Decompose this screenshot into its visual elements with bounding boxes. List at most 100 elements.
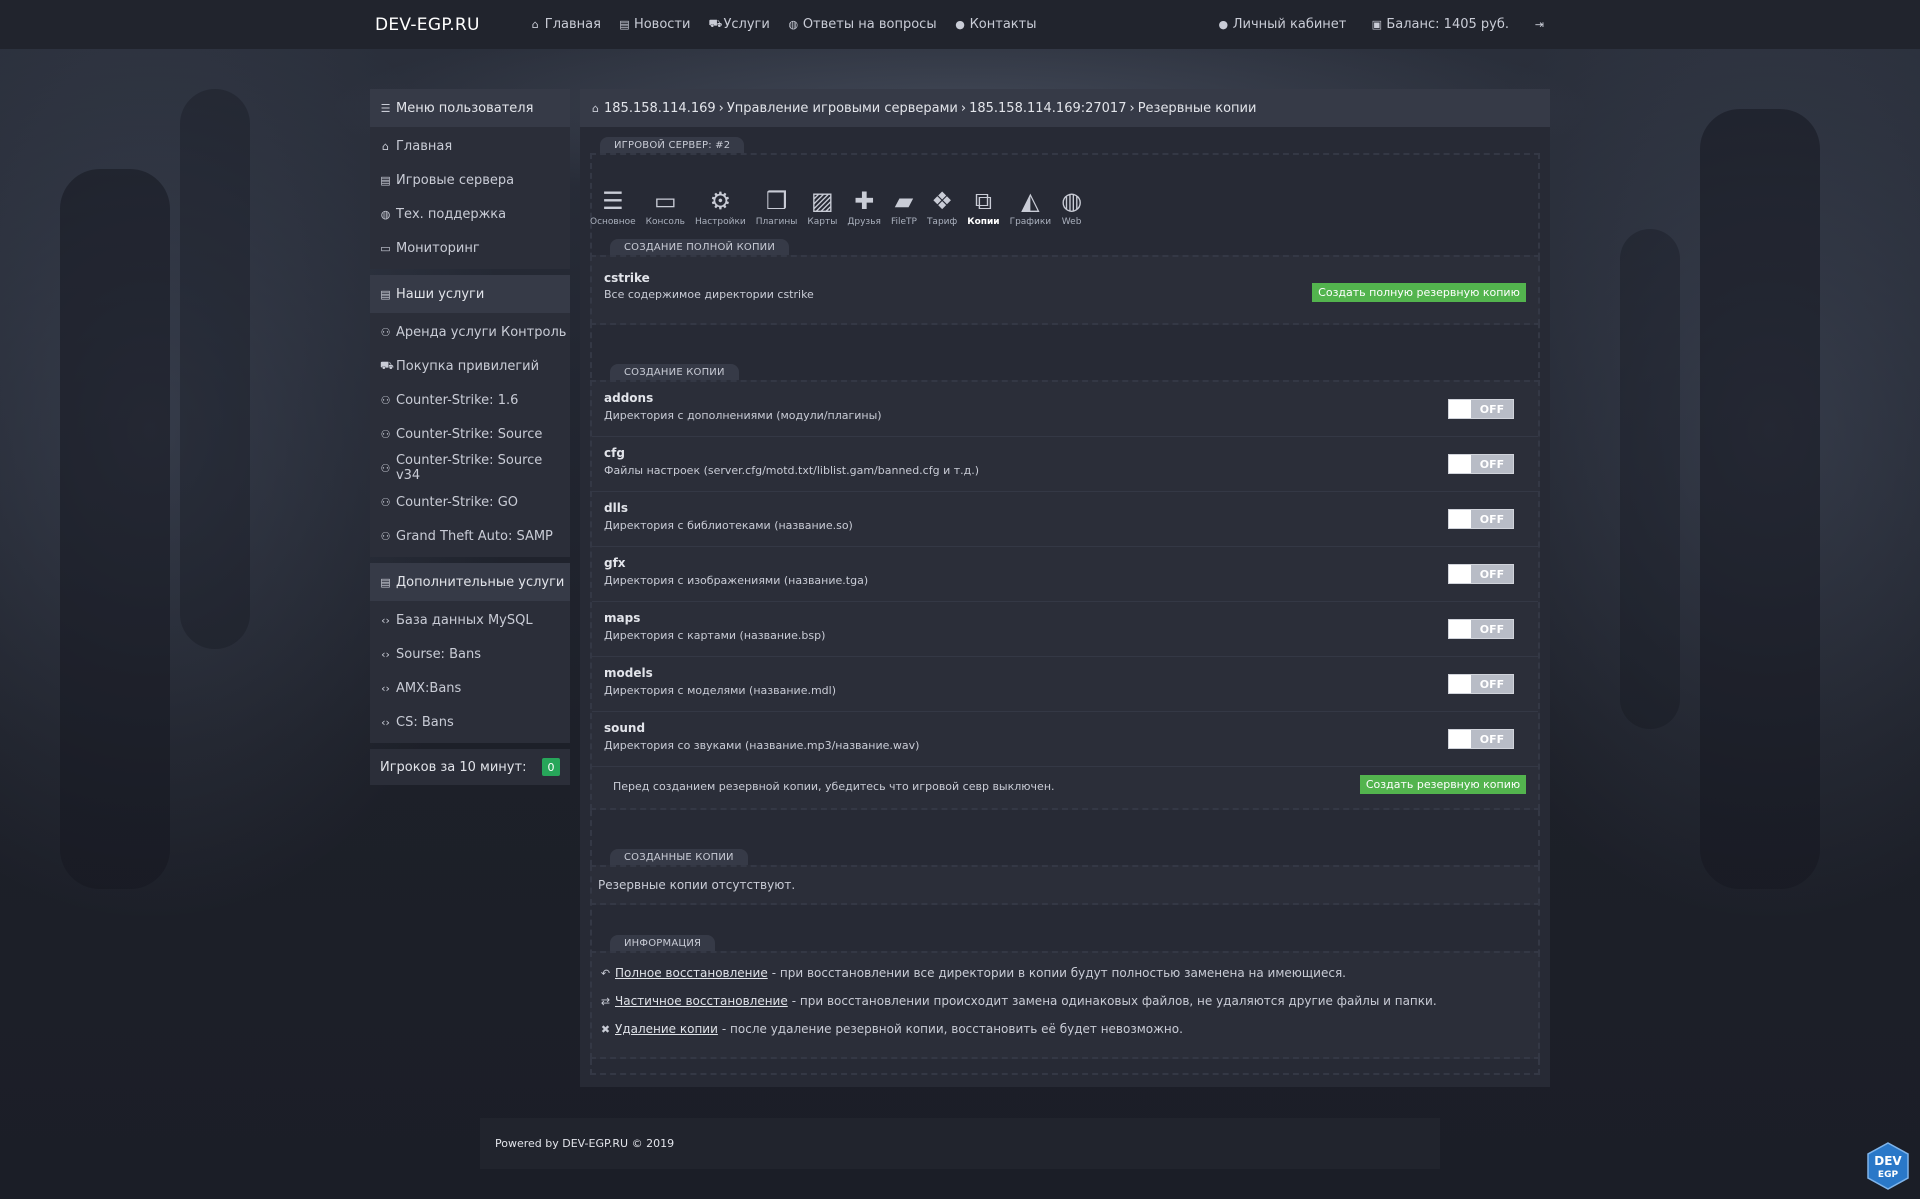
players-counter: Игроков за 10 минут: 0 xyxy=(370,749,570,785)
services-menu-header: ▤ Наши услуги xyxy=(370,275,570,313)
sidebar-item-service[interactable]: ⚇ Аренда услуги Контроль xyxy=(370,315,570,349)
server-icon: ▤ xyxy=(380,173,391,187)
toggle-maps[interactable]: OFF xyxy=(1448,619,1514,639)
list-item: addons Директория с дополнениями (модули… xyxy=(592,382,1538,437)
nav-faq[interactable]: ◍ Ответы на вопросы xyxy=(788,17,937,32)
tool-filetp[interactable]: ▰ FileTP xyxy=(891,185,917,227)
server-icon: ▤ xyxy=(380,575,391,589)
extra-services-menu: ▤ Дополнительные услуги ‹› База данных MyS… xyxy=(370,563,570,743)
sidebar-item-extra[interactable]: ‹› База данных MySQL xyxy=(370,603,570,637)
tool-copies[interactable]: ⧉ Копии xyxy=(967,185,999,227)
list-item: sound Директория со звуками (название.mp… xyxy=(592,712,1538,767)
nav-contacts[interactable]: ● Контакты xyxy=(955,17,1036,32)
info-delete-copy: ✖ Удаление копии - после удаление резерв… xyxy=(600,1022,1183,1036)
sidebar-item-extra[interactable]: ‹› Sourse: Bans xyxy=(370,637,570,671)
full-copy-section: cstrike Все содержимое директории cstrik… xyxy=(590,255,1540,325)
created-copies-section: Резервные копии отсутствуют. xyxy=(590,865,1540,905)
main-nav: ⌂ Главная ▤ Новости ⛟ Услуги ◍ Ответы на воп… xyxy=(530,17,1055,32)
tool-console[interactable]: ▭ Консоль xyxy=(646,185,685,227)
sidebar-item-extra[interactable]: ‹› AMX:Bans xyxy=(370,671,570,705)
server-icon: ▤ xyxy=(380,287,391,301)
code-icon: ‹› xyxy=(381,613,390,627)
list-item: maps Директория с картами (название.bsp)… xyxy=(592,602,1538,657)
lifebuoy-icon: ◍ xyxy=(380,207,391,221)
create-backup-button[interactable]: Создать резервную копию xyxy=(1360,775,1526,794)
cart-icon: ⛟ xyxy=(708,17,723,30)
home-icon: ⌂ xyxy=(531,18,539,31)
nav-home[interactable]: ⌂ Главная xyxy=(530,17,601,32)
nav-news[interactable]: ▤ Новости xyxy=(619,17,690,32)
sidebar-item-extra[interactable]: ‹› CS: Bans xyxy=(370,705,570,739)
tool-maps[interactable]: ▨ Карты xyxy=(807,185,837,227)
dropbox-icon: ❖ xyxy=(931,187,953,215)
toggle-cfg[interactable]: OFF xyxy=(1448,454,1514,474)
info-section: ↶ Полное восстановление - при восстановл… xyxy=(590,951,1540,1059)
toggle-sound[interactable]: OFF xyxy=(1448,729,1514,749)
logout-button[interactable]: ⇥ xyxy=(1534,17,1545,32)
code-icon: ‹› xyxy=(381,715,390,729)
backup-note: Перед созданием резервной копии, убедите… xyxy=(613,780,1055,793)
sidebar-item-home[interactable]: ⌂ Главная xyxy=(370,129,570,163)
user-menu: ☰ Меню пользователя ⌂ Главная ▤ Игровые сер… xyxy=(370,89,570,269)
no-backups-text: Резервные копии отсутствуют. xyxy=(598,878,796,892)
tool-main[interactable]: ☰ Основное xyxy=(590,185,636,227)
toggle-addons[interactable]: OFF xyxy=(1448,399,1514,419)
toggle-models[interactable]: OFF xyxy=(1448,674,1514,694)
breadcrumb-item[interactable]: Управление игровыми серверами xyxy=(727,101,958,116)
newspaper-icon: ▤ xyxy=(619,18,630,31)
list-item: cfg Файлы настроек (server.cfg/motd.txt/… xyxy=(592,437,1538,492)
add-user-icon: ✚ xyxy=(854,187,875,215)
footer: Powered by DEV-EGP.RU © 2019 xyxy=(480,1118,1440,1169)
breadcrumb-item[interactable]: 185.158.114.169 xyxy=(604,101,716,116)
bars-icon: ☰ xyxy=(380,101,391,115)
svg-text:EGP: EGP xyxy=(1878,1170,1899,1180)
gamepad-icon: ⚇ xyxy=(380,495,391,509)
svg-text:DEV: DEV xyxy=(1874,1154,1902,1168)
sidebar-item-support[interactable]: ◍ Тех. поддержка xyxy=(370,197,570,231)
sidebar-item-service[interactable]: ⚇ Counter-Strike: 1.6 xyxy=(370,383,570,417)
tool-graphs[interactable]: ◭ Графики xyxy=(1010,185,1052,227)
monitor-icon: ▭ xyxy=(653,187,677,215)
created-copies-legend: СОЗДАННЫЕ КОПИИ xyxy=(610,849,748,865)
tool-tariff[interactable]: ❖ Тариф xyxy=(927,185,957,227)
sign-out-icon: ⇥ xyxy=(1534,18,1545,31)
sidebar-item-service[interactable]: ⚇ Counter-Strike: Source v34 xyxy=(370,451,570,485)
user-icon: ● xyxy=(1218,18,1229,31)
nav-services[interactable]: ⛟ Услуги xyxy=(708,17,769,32)
gear-icon: ⚙ xyxy=(709,187,732,215)
breadcrumb-item[interactable]: 185.158.114.169:27017 xyxy=(969,101,1126,116)
sidebar-item-monitoring[interactable]: ▭ Мониторинг xyxy=(370,231,570,265)
server-toolbar: ☰ Основное ▭ Консоль ⚙ Настройки ❒ Плагины ▨… xyxy=(590,185,1092,227)
code-icon: ‹› xyxy=(381,647,390,661)
sidebar-item-game-servers[interactable]: ▤ Игровые сервера xyxy=(370,163,570,197)
nav-balance[interactable]: ▣ Баланс: 1405 руб. xyxy=(1371,17,1509,32)
tool-settings[interactable]: ⚙ Настройки xyxy=(695,185,746,227)
image-icon: ▨ xyxy=(811,187,834,215)
full-copy-name: cstrike xyxy=(604,271,650,285)
create-full-backup-button[interactable]: Создать полную резервную копию xyxy=(1312,283,1526,302)
brand-logo[interactable]: DEV-EGP.RU xyxy=(375,15,480,35)
toggle-dlls[interactable]: OFF xyxy=(1448,509,1514,529)
sidebar-item-service[interactable]: ⛟ Покупка привилегий xyxy=(370,349,570,383)
tool-friends[interactable]: ✚ Друзья xyxy=(847,185,881,227)
right-nav: ● Личный кабинет ▣ Баланс: 1405 руб. ⇥ xyxy=(1193,17,1545,32)
menu-icon: ☰ xyxy=(602,187,624,215)
times-icon: ✖ xyxy=(600,1022,611,1036)
tool-web[interactable]: ◍ Web xyxy=(1061,185,1082,227)
breadcrumb-item: Резервные копии xyxy=(1137,100,1257,116)
sidebar-item-service[interactable]: ⚇ Counter-Strike: GO xyxy=(370,485,570,519)
user-menu-header: ☰ Меню пользователя xyxy=(370,89,570,127)
players-count-badge: 0 xyxy=(542,758,560,776)
gamepad-icon: ⚇ xyxy=(380,427,391,441)
toggle-gfx[interactable]: OFF xyxy=(1448,564,1514,584)
info-legend: ИНФОРМАЦИЯ xyxy=(610,935,716,951)
sidebar-item-service[interactable]: ⚇ Grand Theft Auto: SAMP xyxy=(370,519,570,553)
tool-plugins[interactable]: ❒ Плагины xyxy=(756,185,798,227)
services-menu: ▤ Наши услуги ⚇ Аренда услуги Контроль ⛟ По… xyxy=(370,275,570,557)
home-icon: ⌂ xyxy=(382,139,389,153)
copy-icon: ⧉ xyxy=(974,187,992,215)
nav-cabinet[interactable]: ● Личный кабинет xyxy=(1218,17,1346,32)
full-copy-legend: СОЗДАНИЕ ПОЛНОЙ КОПИИ xyxy=(610,239,790,255)
sidebar-item-service[interactable]: ⚇ Counter-Strike: Source xyxy=(370,417,570,451)
sidebar: ☰ Меню пользователя ⌂ Главная ▤ Игровые сер… xyxy=(370,89,570,785)
